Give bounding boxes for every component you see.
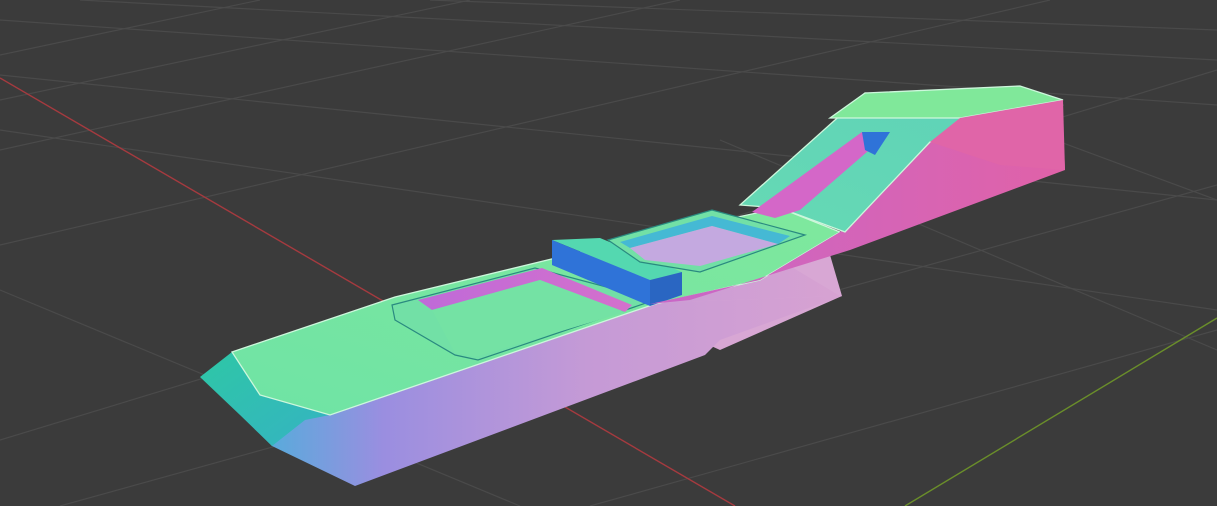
console-mesh[interactable] <box>200 85 1065 486</box>
viewport-canvas[interactable] <box>0 0 1217 506</box>
y-axis-line <box>904 317 1217 506</box>
3d-viewport[interactable] <box>0 0 1217 506</box>
